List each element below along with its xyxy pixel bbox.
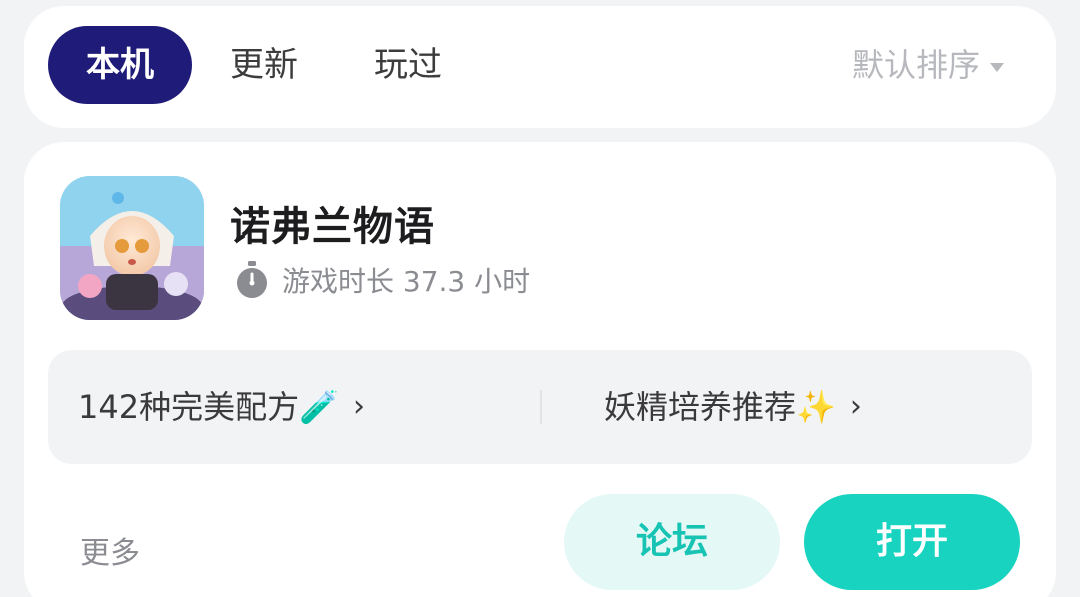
game-card: 诺弗兰物语 游戏时长 37.3 小时 142种完美配方🧪 › 妖精培养推荐✨ ›… xyxy=(24,142,1056,597)
tip-fairy-link[interactable]: 妖精培养推荐✨ › xyxy=(604,350,862,464)
tab-played[interactable]: 玩过 xyxy=(374,26,442,104)
sort-label: 默认排序 xyxy=(851,46,980,84)
forum-button[interactable]: 论坛 xyxy=(564,494,780,590)
open-button[interactable]: 打开 xyxy=(804,494,1020,590)
tips-panel: 142种完美配方🧪 › 妖精培养推荐✨ › xyxy=(48,350,1032,464)
page: 本机 更新 玩过 默认排序 诺弗兰物语 游戏时长 37.3 小时 142种完美配… xyxy=(0,0,1080,597)
stopwatch-icon xyxy=(237,261,267,298)
game-title[interactable]: 诺弗兰物语 xyxy=(230,194,435,252)
tip-recipes-link[interactable]: 142种完美配方🧪 › xyxy=(78,350,365,464)
chevron-right-icon: › xyxy=(849,389,862,424)
divider xyxy=(540,390,542,424)
tab-bar: 本机 更新 玩过 默认排序 xyxy=(24,6,1056,128)
more-button[interactable]: 更多 xyxy=(80,528,140,572)
tip-recipes-label: 142种完美配方🧪 xyxy=(78,388,339,426)
chevron-right-icon: › xyxy=(352,389,365,424)
caret-down-icon xyxy=(990,62,1004,72)
tab-updates[interactable]: 更新 xyxy=(230,26,298,104)
tip-fairy-label: 妖精培养推荐✨ xyxy=(604,388,836,426)
sort-dropdown[interactable]: 默认排序 xyxy=(852,26,1004,104)
game-icon[interactable] xyxy=(60,176,204,320)
playtime-text: 游戏时长 37.3 小时 xyxy=(282,265,531,298)
playtime: 游戏时长 37.3 小时 xyxy=(234,260,530,300)
tab-local[interactable]: 本机 xyxy=(48,26,192,104)
game-artwork-icon xyxy=(60,176,204,320)
